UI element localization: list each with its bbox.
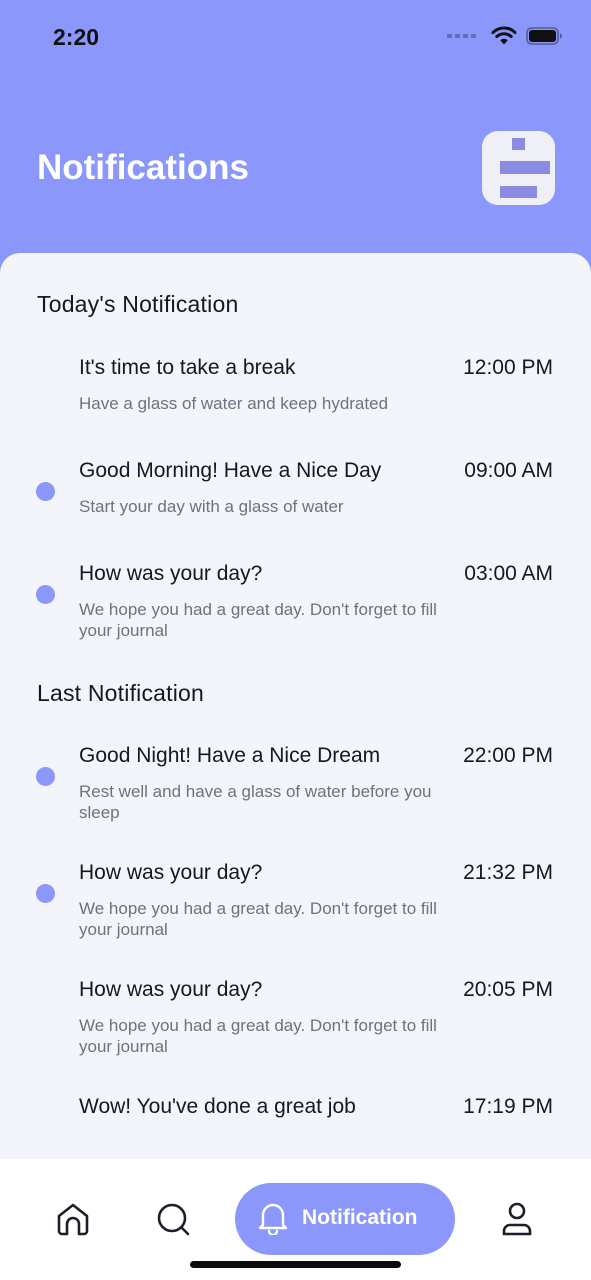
notification-item[interactable]: Good Morning! Have a Nice Day 09:00 AM S… — [0, 459, 591, 539]
notification-time: 17:19 PM — [463, 1095, 553, 1118]
notification-description: We hope you had a great day. Don't forge… — [79, 1016, 437, 1056]
notification-description: Have a glass of water and keep hydrated — [79, 394, 389, 413]
home-icon[interactable] — [55, 1201, 91, 1237]
notification-title: How was your day? — [79, 978, 263, 1001]
section-title-today: Today's Notification — [37, 291, 239, 317]
status-time: 2:20 — [53, 24, 100, 50]
notification-title: Good Morning! Have a Nice Day — [79, 459, 382, 482]
notification-item[interactable]: How was your day? 03:00 AM We hope you h… — [0, 562, 591, 662]
notification-time: 12:00 PM — [463, 356, 553, 379]
notification-description: Start your day with a glass of water — [79, 497, 344, 516]
notification-title: How was your day? — [79, 562, 263, 585]
notification-description: We hope you had a great day. Don't forge… — [79, 600, 437, 640]
filter-button[interactable] — [482, 131, 555, 205]
home-indicator[interactable] — [190, 1261, 401, 1268]
bell-icon — [258, 1203, 288, 1235]
unread-dot-icon — [36, 767, 55, 786]
unread-dot-icon — [36, 884, 55, 903]
notification-item[interactable]: Good Night! Have a Nice Dream 22:00 PM R… — [0, 744, 591, 844]
status-bar: 2:20 — [0, 0, 591, 76]
notification-time: 21:32 PM — [463, 861, 553, 884]
section-title-last: Last Notification — [37, 680, 205, 706]
notification-item[interactable]: Wow! You've done a great job 17:19 PM — [0, 1095, 591, 1155]
notification-description: Rest well and have a glass of water befo… — [79, 782, 432, 822]
notification-title: Good Night! Have a Nice Dream — [79, 744, 381, 767]
notification-time: 20:05 PM — [463, 978, 553, 1001]
cellular-signal-icon — [447, 34, 476, 38]
tab-notification[interactable]: Notification — [235, 1183, 455, 1255]
page-title: Notifications — [37, 148, 249, 187]
unread-dot-icon — [36, 585, 55, 604]
notifications-sheet: Today's Notification It's time to take a… — [0, 253, 591, 1159]
notification-title: Wow! You've done a great job — [79, 1095, 356, 1118]
notification-time: 03:00 AM — [464, 562, 553, 585]
notification-item[interactable]: How was your day? 20:05 PM We hope you h… — [0, 978, 591, 1078]
status-icons — [447, 26, 563, 46]
notification-item[interactable]: It's time to take a break 12:00 PM Have … — [0, 356, 591, 436]
unread-dot-icon — [36, 482, 55, 501]
user-icon[interactable] — [499, 1201, 535, 1237]
notification-title: It's time to take a break — [79, 356, 296, 379]
notification-description: We hope you had a great day. Don't forge… — [79, 899, 437, 939]
notification-title: How was your day? — [79, 861, 263, 884]
tab-notification-label: Notification — [302, 1206, 418, 1229]
notification-time: 22:00 PM — [463, 744, 553, 767]
battery-icon — [526, 27, 562, 45]
wifi-icon — [491, 26, 517, 45]
divide-icon — [500, 138, 550, 198]
notification-time: 09:00 AM — [464, 459, 553, 482]
notification-item[interactable]: How was your day? 21:32 PM We hope you h… — [0, 861, 591, 961]
search-icon[interactable] — [155, 1201, 191, 1237]
